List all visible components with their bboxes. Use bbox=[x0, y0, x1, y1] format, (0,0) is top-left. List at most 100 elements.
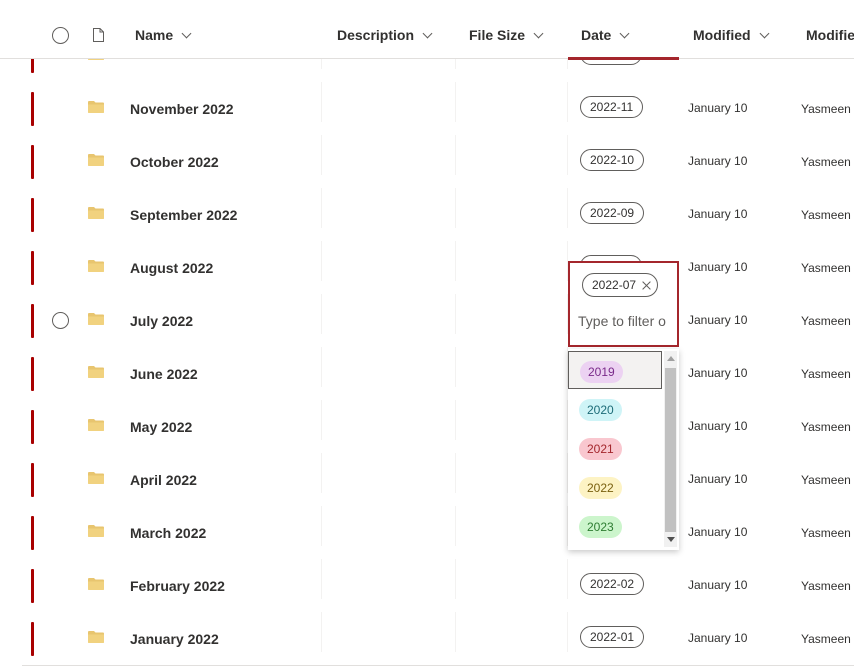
scrollbar-thumb[interactable] bbox=[665, 368, 676, 532]
row-modified-by: Yasmeen K bbox=[801, 579, 854, 593]
close-icon[interactable] bbox=[642, 281, 651, 290]
filter-option[interactable]: 2020 bbox=[568, 390, 662, 428]
option-label: 2019 bbox=[580, 361, 623, 383]
row-name[interactable]: April 2022 bbox=[130, 472, 197, 488]
column-header-date[interactable]: Date bbox=[581, 27, 630, 43]
row-name[interactable]: September 2022 bbox=[130, 207, 237, 223]
column-divider bbox=[321, 241, 322, 281]
row-modified: January 10 bbox=[688, 419, 748, 433]
folder-icon bbox=[88, 366, 104, 378]
date-filter-box[interactable]: 2022-07 bbox=[568, 261, 679, 347]
table-row[interactable]: January 2022 2022-01 January 10 Yasmeen K bbox=[22, 612, 854, 666]
option-label: 2023 bbox=[579, 516, 622, 538]
file-type-icon[interactable] bbox=[93, 28, 104, 42]
column-header-modified-by[interactable]: Modifie bbox=[806, 27, 854, 43]
folder-icon bbox=[88, 419, 104, 431]
date-column-active-indicator bbox=[568, 57, 679, 60]
row-modified: January 10 bbox=[688, 472, 748, 486]
row-status-marker bbox=[31, 357, 34, 391]
row-modified-by: Yasmeen K bbox=[801, 632, 854, 646]
filter-option[interactable]: 2023 bbox=[568, 507, 662, 545]
row-status-marker bbox=[31, 463, 34, 497]
column-header-modified[interactable]: Modified bbox=[693, 27, 769, 43]
row-name[interactable]: August 2022 bbox=[130, 260, 213, 276]
scroll-up-icon[interactable] bbox=[667, 356, 675, 361]
column-header-name[interactable]: Name bbox=[135, 27, 192, 43]
column-divider bbox=[455, 559, 456, 599]
column-divider bbox=[455, 347, 456, 387]
select-all-checkbox[interactable] bbox=[52, 27, 69, 44]
table-row[interactable]: September 2022 2022-09 January 10 Yasmeen K bbox=[22, 188, 854, 242]
row-status-marker bbox=[31, 516, 34, 550]
column-divider bbox=[455, 400, 456, 440]
table-row[interactable]: February 2022 2022-02 January 10 Yasmeen K bbox=[22, 559, 854, 613]
selected-filter-tag[interactable]: 2022-07 bbox=[582, 273, 659, 297]
row-modified-by: Yasmeen K bbox=[801, 155, 854, 169]
folder-icon bbox=[88, 207, 104, 219]
filter-option[interactable]: 2021 bbox=[568, 429, 662, 467]
folder-icon bbox=[88, 578, 104, 590]
filter-options-dropdown[interactable]: 2019 2020 2021 2022 2023 bbox=[568, 349, 679, 550]
row-modified-by: Yasmeen K bbox=[801, 420, 854, 434]
row-modified: January 10 bbox=[688, 207, 748, 221]
table-row[interactable]: April 2022 January 10 Yasmeen K bbox=[22, 453, 854, 507]
column-divider bbox=[321, 347, 322, 387]
row-modified-by: Yasmeen K bbox=[801, 261, 854, 275]
column-divider bbox=[567, 82, 568, 122]
column-divider bbox=[455, 294, 456, 334]
column-header-description[interactable]: Description bbox=[337, 27, 433, 43]
folder-icon bbox=[88, 313, 104, 325]
row-modified: January 10 bbox=[688, 631, 748, 645]
date-pill: 2022-10 bbox=[580, 149, 645, 171]
table-row[interactable]: May 2022 January 10 Yasmeen K bbox=[22, 400, 854, 454]
row-name[interactable]: January 2022 bbox=[130, 631, 219, 647]
column-divider bbox=[455, 506, 456, 546]
row-modified-by: Yasmeen K bbox=[801, 526, 854, 540]
column-divider bbox=[455, 135, 456, 175]
column-divider bbox=[567, 188, 568, 228]
table-row[interactable]: August 2022 January 10 Yasmeen K bbox=[22, 241, 854, 295]
row-name[interactable]: February 2022 bbox=[130, 578, 225, 594]
row-modified-by: Yasmeen K bbox=[801, 102, 854, 116]
column-divider bbox=[455, 612, 456, 652]
folder-icon bbox=[88, 101, 104, 113]
table-row[interactable]: November 2022 2022-11 January 10 Yasmeen K bbox=[22, 82, 854, 136]
table-row[interactable]: July 2022 January 10 Yasmeen K bbox=[22, 294, 854, 348]
filter-option[interactable]: 2022 bbox=[568, 468, 662, 506]
row-name[interactable]: March 2022 bbox=[130, 525, 206, 541]
folder-icon bbox=[88, 154, 104, 166]
column-divider bbox=[455, 188, 456, 228]
filter-input[interactable] bbox=[578, 313, 670, 329]
column-divider bbox=[321, 294, 322, 334]
column-divider bbox=[321, 559, 322, 599]
row-name[interactable]: June 2022 bbox=[130, 366, 198, 382]
row-modified: January 10 bbox=[688, 101, 748, 115]
row-name[interactable]: October 2022 bbox=[130, 154, 219, 170]
folder-icon bbox=[88, 525, 104, 537]
row-name[interactable]: November 2022 bbox=[130, 101, 234, 117]
table-row[interactable]: March 2022 January 10 Yasmeen K bbox=[22, 506, 854, 560]
column-header-file-size[interactable]: File Size bbox=[469, 27, 544, 43]
row-select-checkbox[interactable] bbox=[52, 312, 69, 329]
scroll-down-icon[interactable] bbox=[667, 537, 675, 542]
option-label: 2021 bbox=[579, 438, 622, 460]
date-pill: 2022-11 bbox=[580, 96, 644, 118]
folder-icon bbox=[88, 472, 104, 484]
chevron-down-icon bbox=[759, 28, 769, 38]
chevron-down-icon bbox=[181, 28, 192, 38]
row-name[interactable]: July 2022 bbox=[130, 313, 193, 329]
row-status-marker bbox=[31, 304, 34, 338]
option-label: 2022 bbox=[579, 477, 622, 499]
row-modified: January 10 bbox=[688, 313, 748, 327]
filter-option[interactable]: 2019 bbox=[568, 351, 662, 389]
table-row[interactable]: June 2022 January 10 Yasmeen K bbox=[22, 347, 854, 401]
row-modified-by: Yasmeen K bbox=[801, 367, 854, 381]
column-divider bbox=[455, 453, 456, 493]
row-name[interactable]: May 2022 bbox=[130, 419, 192, 435]
row-modified: January 10 bbox=[688, 578, 748, 592]
dropdown-scrollbar[interactable] bbox=[664, 351, 677, 547]
column-header-bar: Name Description File Size Date Modified… bbox=[0, 0, 854, 60]
table-row[interactable]: October 2022 2022-10 January 10 Yasmeen K bbox=[22, 135, 854, 189]
row-status-marker bbox=[31, 622, 34, 656]
date-pill: 2022-09 bbox=[580, 202, 645, 224]
